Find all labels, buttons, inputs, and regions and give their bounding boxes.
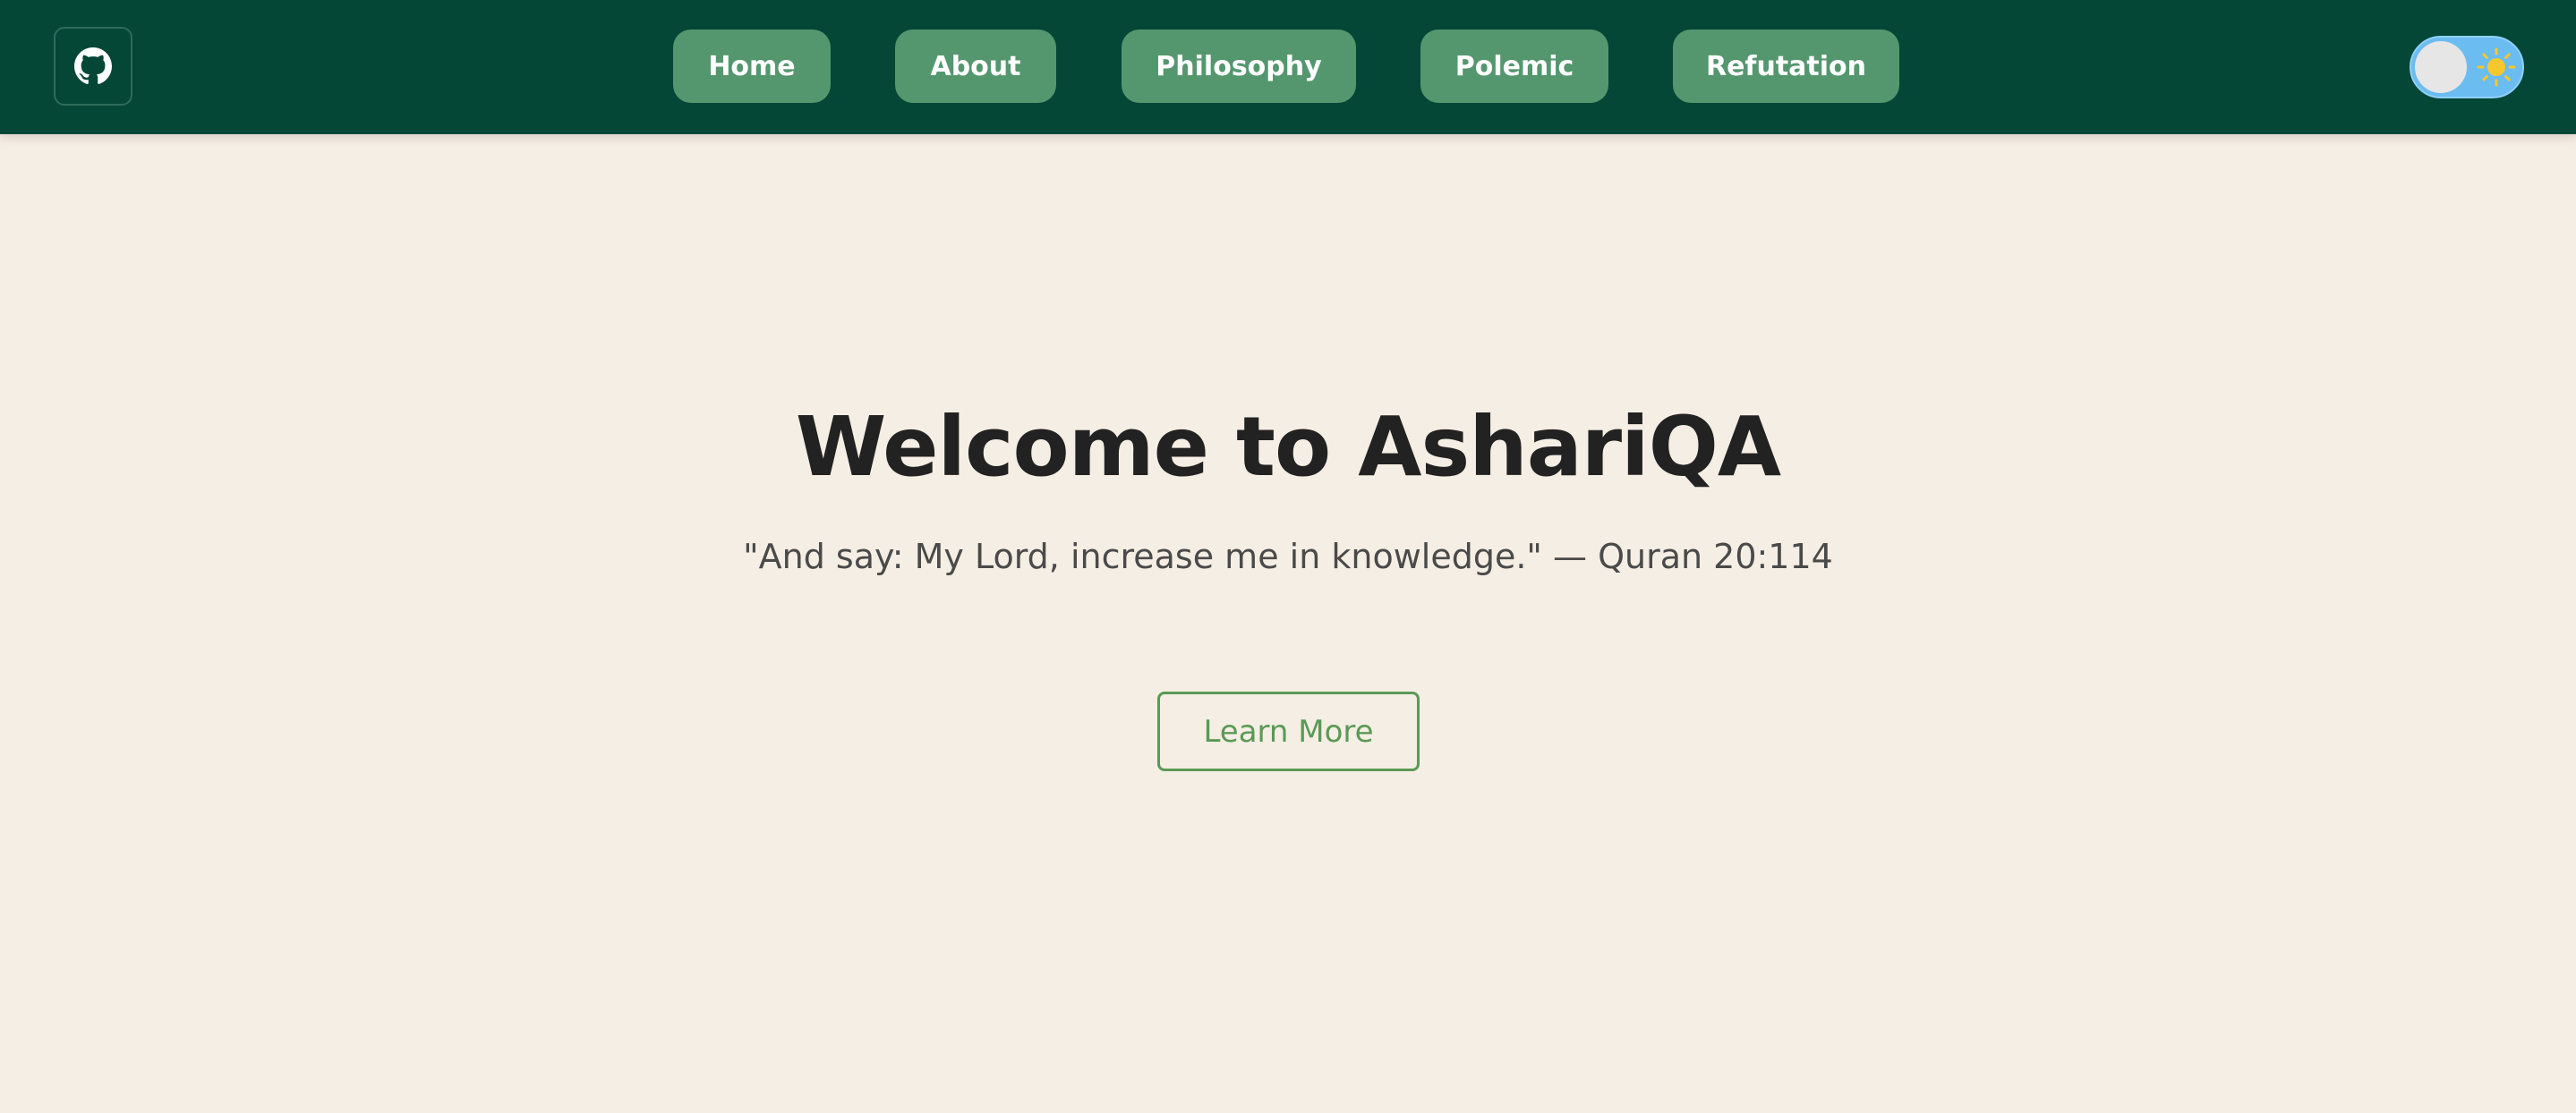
github-button[interactable] — [54, 27, 132, 106]
hero-title: Welcome to AshariQA — [795, 399, 1781, 495]
nav-polemic-button[interactable]: Polemic — [1420, 30, 1608, 103]
navbar: Home About Philosophy Polemic Refutation — [0, 0, 2576, 134]
hero-quote: "And say: My Lord, increase me in knowle… — [743, 537, 1833, 576]
sun-icon — [2477, 47, 2516, 87]
theme-toggle[interactable] — [2410, 36, 2524, 98]
nav-refutation-button[interactable]: Refutation — [1673, 30, 1899, 103]
nav-home-button[interactable]: Home — [673, 30, 831, 103]
toggle-knob — [2415, 41, 2467, 93]
github-icon — [74, 47, 112, 84]
nav-philosophy-button[interactable]: Philosophy — [1122, 30, 1356, 103]
learn-more-button[interactable]: Learn More — [1157, 692, 1420, 771]
nav-about-button[interactable]: About — [895, 30, 1056, 103]
